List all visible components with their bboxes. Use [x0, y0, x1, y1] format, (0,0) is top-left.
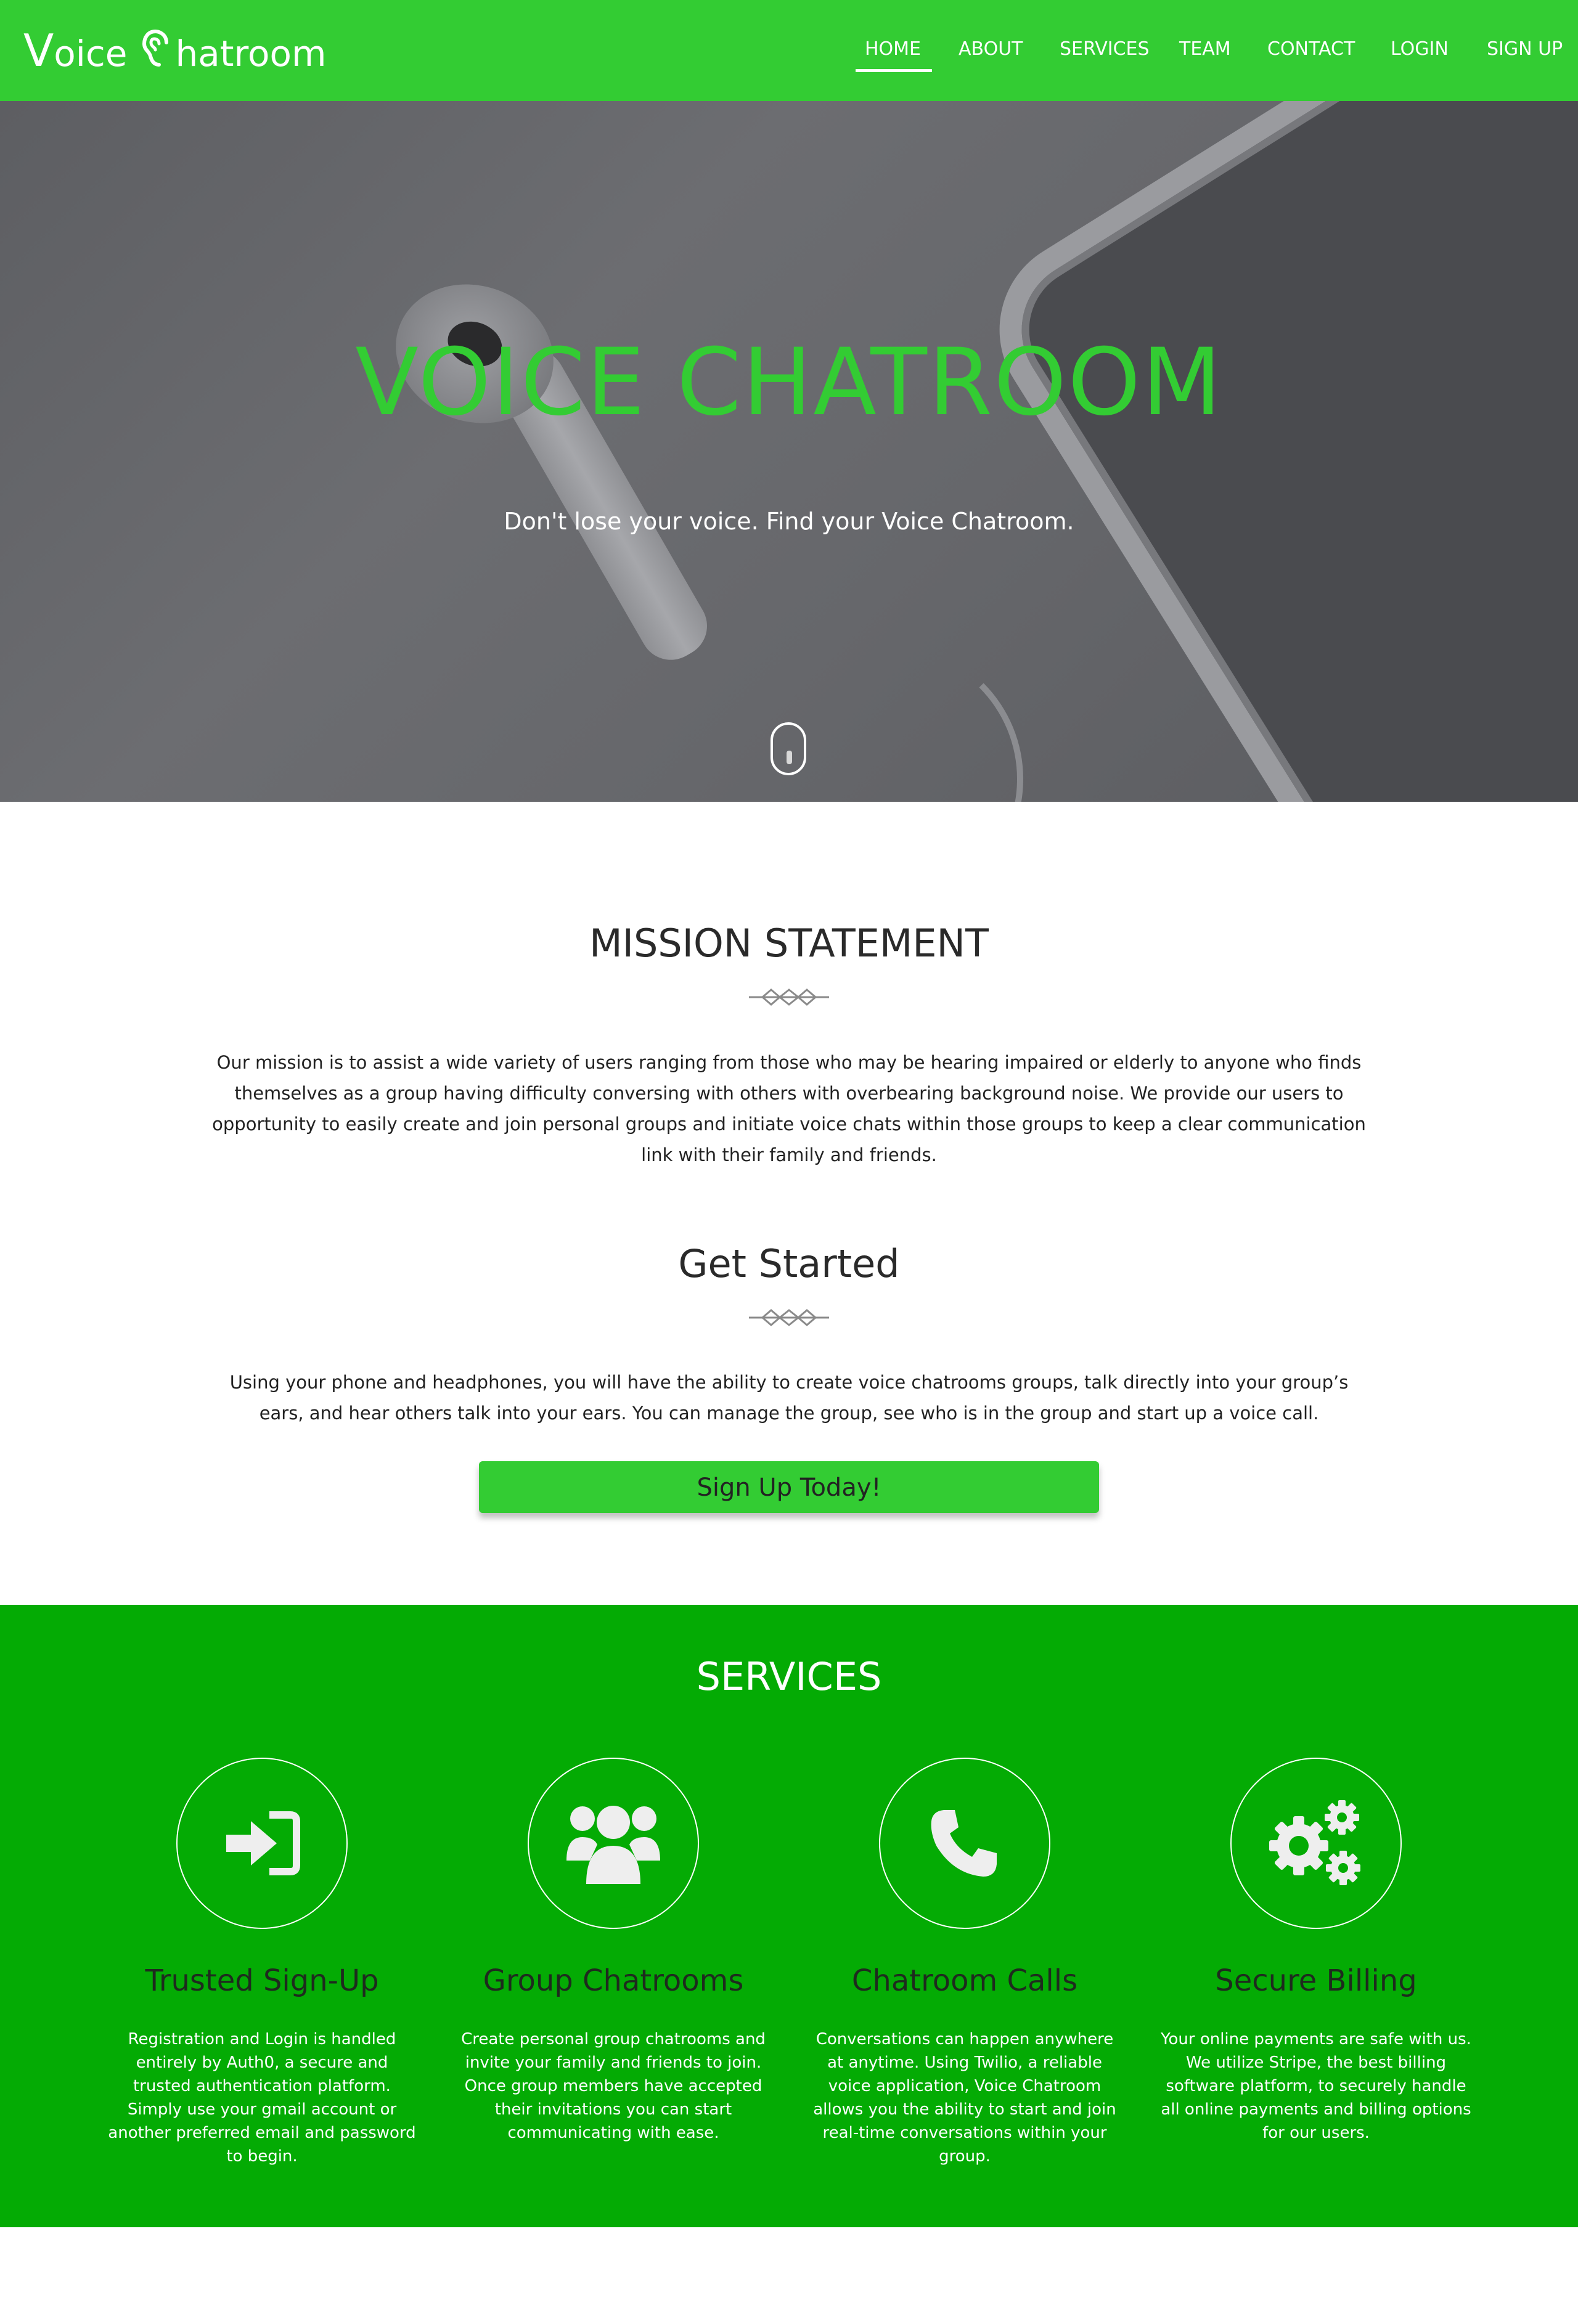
- service-icon-circle: [879, 1758, 1050, 1929]
- service-icon-circle: [528, 1758, 699, 1929]
- hero-subtitle: Don't lose your voice. Find your Voice C…: [504, 508, 1074, 535]
- service-description: Create personal group chatrooms and invi…: [461, 2030, 766, 2142]
- divider-icon: [749, 989, 829, 1006]
- service-card: Secure Billing Your online payments are …: [1153, 1605, 1479, 2227]
- hero-title: VOICE CHATROOM: [355, 329, 1223, 436]
- nav-menu: HOME ABOUT SERVICES TEAM CONTACT LOGIN S…: [0, 38, 1578, 75]
- service-icon-circle: [176, 1758, 348, 1929]
- service-name: Group Chatrooms: [483, 1963, 744, 1998]
- nav-link-signup[interactable]: SIGN UP: [1487, 38, 1563, 60]
- gears-icon: [1269, 1800, 1360, 1885]
- scroll-down-icon[interactable]: [771, 722, 806, 775]
- nav-link-home[interactable]: HOME: [865, 38, 921, 60]
- nav-link-services[interactable]: SERVICES: [1060, 38, 1150, 60]
- service-card: Chatroom Calls Conversations can happen …: [801, 1605, 1128, 2227]
- nav-link-contact[interactable]: CONTACT: [1267, 38, 1355, 60]
- sign-up-today-button[interactable]: Sign Up Today!: [479, 1461, 1099, 1513]
- mission-title: MISSION STATEMENT: [589, 921, 989, 966]
- navbar: V oice hatroom HOME ABOUT SERVICES TEAM …: [0, 0, 1578, 101]
- service-card: Group Chatrooms Create personal group ch…: [450, 1605, 777, 2227]
- nav-link-login[interactable]: LOGIN: [1391, 38, 1449, 60]
- divider-icon: [749, 1309, 829, 1326]
- service-description: Registration and Login is handled entire…: [108, 2030, 416, 2166]
- get-started-title: Get Started: [678, 1241, 900, 1286]
- phone-icon: [931, 1810, 997, 1877]
- service-icon-circle: [1230, 1758, 1402, 1929]
- sign-in-icon: [226, 1811, 300, 1875]
- nav-link-about[interactable]: ABOUT: [959, 38, 1023, 60]
- users-icon: [566, 1806, 660, 1884]
- hero-phone-image: [964, 101, 1578, 802]
- service-card: Trusted Sign-Up Registration and Login i…: [99, 1605, 425, 2227]
- services-section: SERVICES Trusted Sign-Up Registration an…: [0, 1605, 1578, 2227]
- service-name: Trusted Sign-Up: [145, 1963, 379, 1998]
- service-name: Chatroom Calls: [851, 1963, 1078, 1998]
- service-description: Conversations can happen anywhere at any…: [813, 2030, 1116, 2166]
- service-description: Your online payments are safe with us. W…: [1161, 2030, 1471, 2142]
- nav-link-team[interactable]: TEAM: [1179, 38, 1231, 60]
- get-started-text: Using your phone and headphones, you wil…: [229, 1372, 1349, 1424]
- hero-section: VOICE CHATROOM Don't lose your voice. Fi…: [0, 101, 1578, 802]
- active-nav-indicator: [856, 69, 932, 72]
- service-name: Secure Billing: [1215, 1963, 1417, 1998]
- mission-text: Our mission is to assist a wide variety …: [212, 1052, 1366, 1165]
